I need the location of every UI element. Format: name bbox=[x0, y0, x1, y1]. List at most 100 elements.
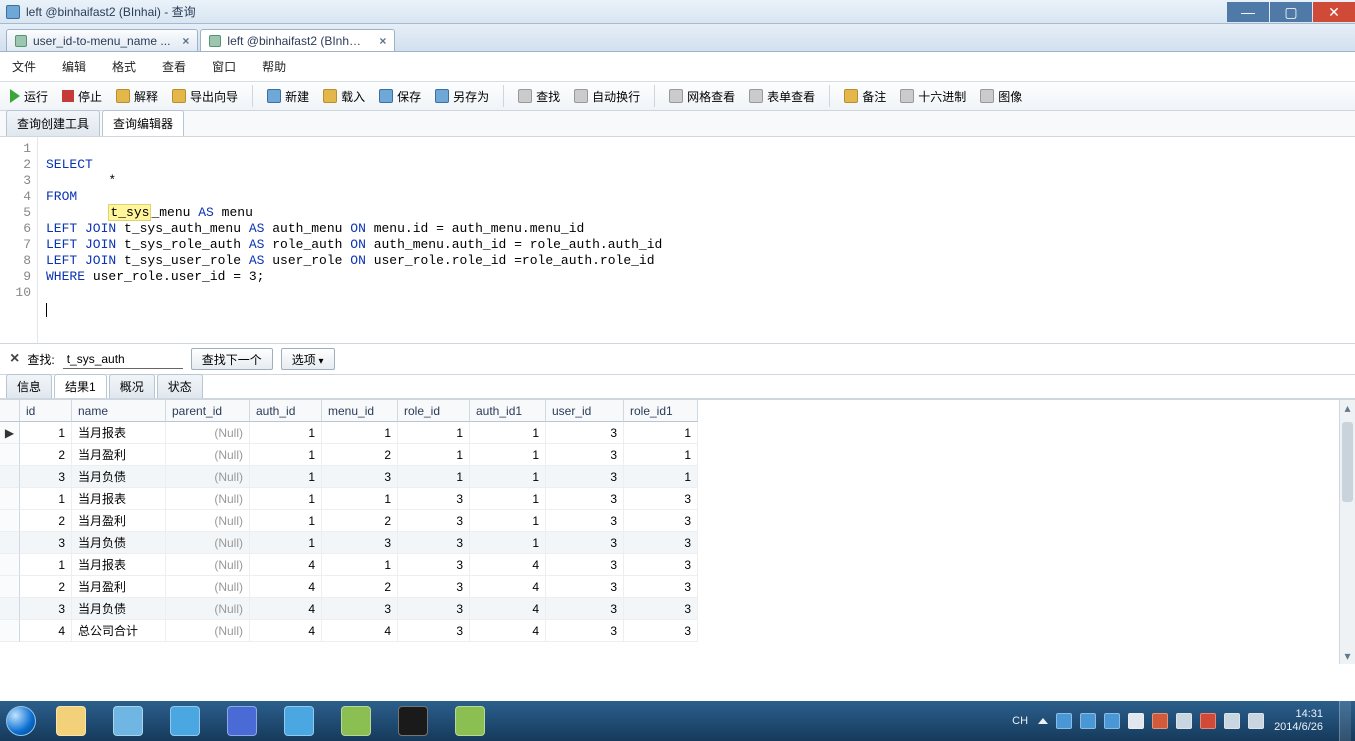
btn-hex[interactable]: 十六进制 bbox=[896, 85, 970, 107]
cell-auth_id1[interactable]: 4 bbox=[470, 576, 546, 598]
col-header-auth_id[interactable]: auth_id bbox=[250, 400, 322, 422]
cell-user_id[interactable]: 3 bbox=[546, 422, 624, 444]
cell-id[interactable]: 2 bbox=[20, 576, 72, 598]
cell-role_id1[interactable]: 3 bbox=[624, 576, 698, 598]
btn-explain[interactable]: 解释 bbox=[112, 85, 162, 107]
cell-role_id[interactable]: 3 bbox=[398, 620, 470, 642]
cell-menu_id[interactable]: 2 bbox=[322, 444, 398, 466]
u-icon[interactable] bbox=[1200, 713, 1216, 729]
cell-name[interactable]: 总公司合计 bbox=[72, 620, 166, 642]
btn-saveas[interactable]: 另存为 bbox=[431, 85, 493, 107]
cell-menu_id[interactable]: 4 bbox=[322, 620, 398, 642]
cell-menu_id[interactable]: 3 bbox=[322, 598, 398, 620]
cell-role_id1[interactable]: 3 bbox=[624, 554, 698, 576]
btn-stop[interactable]: 停止 bbox=[58, 85, 106, 107]
start-button[interactable] bbox=[0, 701, 42, 741]
cell-name[interactable]: 当月负债 bbox=[72, 466, 166, 488]
taskbar-app-g-app[interactable] bbox=[271, 701, 327, 741]
ime-language[interactable]: CH bbox=[1012, 715, 1028, 727]
cell-id[interactable]: 1 bbox=[20, 422, 72, 444]
cell-name[interactable]: 当月负债 bbox=[72, 598, 166, 620]
cell-role_id[interactable]: 3 bbox=[398, 598, 470, 620]
col-header-role_id1[interactable]: role_id1 bbox=[624, 400, 698, 422]
col-header-role_id[interactable]: role_id bbox=[398, 400, 470, 422]
cell-menu_id[interactable]: 1 bbox=[322, 422, 398, 444]
cell-role_id1[interactable]: 3 bbox=[624, 488, 698, 510]
cell-role_id1[interactable]: 3 bbox=[624, 510, 698, 532]
scroll-thumb[interactable] bbox=[1342, 422, 1353, 502]
taskbar-app-browser-globe[interactable] bbox=[100, 701, 156, 741]
maximize-button[interactable]: ▢ bbox=[1270, 2, 1312, 22]
cell-user_id[interactable]: 3 bbox=[546, 598, 624, 620]
scroll-down[interactable]: ▾ bbox=[1340, 648, 1355, 664]
tab-query-editor[interactable]: 查询编辑器 bbox=[102, 110, 184, 136]
cell-auth_id[interactable]: 4 bbox=[250, 598, 322, 620]
cell-auth_id1[interactable]: 1 bbox=[470, 488, 546, 510]
cell-role_id[interactable]: 1 bbox=[398, 444, 470, 466]
sql-editor[interactable]: 1 2 3 4 5 6 7 8 9 10 SELECT * FROM t_sys… bbox=[0, 137, 1355, 343]
cell-auth_id[interactable]: 4 bbox=[250, 576, 322, 598]
file-tab-1[interactable]: left @binhaifast2 (BInhai... × bbox=[200, 29, 395, 51]
cell-name[interactable]: 当月报表 bbox=[72, 422, 166, 444]
btn-formview[interactable]: 表单查看 bbox=[745, 85, 819, 107]
cell-user_id[interactable]: 3 bbox=[546, 466, 624, 488]
cell-user_id[interactable]: 3 bbox=[546, 510, 624, 532]
cell-auth_id1[interactable]: 1 bbox=[470, 444, 546, 466]
cell-menu_id[interactable]: 1 bbox=[322, 488, 398, 510]
tab-status[interactable]: 状态 bbox=[157, 374, 203, 398]
cell-parent_id[interactable]: (Null) bbox=[166, 488, 250, 510]
vertical-scrollbar[interactable]: ▴ ▾ bbox=[1339, 400, 1355, 664]
show-desktop[interactable] bbox=[1339, 701, 1351, 741]
tab-query-builder[interactable]: 查询创建工具 bbox=[6, 110, 100, 136]
cell-id[interactable]: 4 bbox=[20, 620, 72, 642]
cell-menu_id[interactable]: 3 bbox=[322, 466, 398, 488]
wifi-icon[interactable] bbox=[1224, 713, 1240, 729]
cell-auth_id1[interactable]: 1 bbox=[470, 466, 546, 488]
btn-new[interactable]: 新建 bbox=[263, 85, 313, 107]
cell-auth_id[interactable]: 1 bbox=[250, 532, 322, 554]
cell-user_id[interactable]: 3 bbox=[546, 576, 624, 598]
cell-menu_id[interactable]: 2 bbox=[322, 576, 398, 598]
btn-image[interactable]: 图像 bbox=[976, 85, 1026, 107]
cell-auth_id[interactable]: 1 bbox=[250, 488, 322, 510]
cell-name[interactable]: 当月负债 bbox=[72, 532, 166, 554]
btn-load[interactable]: 载入 bbox=[319, 85, 369, 107]
close-tab-1[interactable]: × bbox=[379, 34, 386, 48]
cell-role_id[interactable]: 3 bbox=[398, 510, 470, 532]
av-icon[interactable] bbox=[1152, 713, 1168, 729]
cell-parent_id[interactable]: (Null) bbox=[166, 554, 250, 576]
cell-role_id1[interactable]: 3 bbox=[624, 532, 698, 554]
file-tab-0[interactable]: user_id-to-menu_name ... × bbox=[6, 29, 198, 51]
cell-id[interactable]: 2 bbox=[20, 444, 72, 466]
cell-role_id1[interactable]: 3 bbox=[624, 620, 698, 642]
result-grid[interactable]: idnameparent_idauth_idmenu_idrole_idauth… bbox=[0, 400, 1355, 642]
cell-parent_id[interactable]: (Null) bbox=[166, 444, 250, 466]
cell-auth_id1[interactable]: 1 bbox=[470, 510, 546, 532]
cell-parent_id[interactable]: (Null) bbox=[166, 510, 250, 532]
cell-role_id1[interactable]: 1 bbox=[624, 422, 698, 444]
btn-autowrap[interactable]: 自动换行 bbox=[570, 85, 644, 107]
cell-user_id[interactable]: 3 bbox=[546, 532, 624, 554]
menu-help[interactable]: 帮助 bbox=[262, 58, 286, 75]
cell-role_id1[interactable]: 3 bbox=[624, 598, 698, 620]
taskbar-app-leaf-app[interactable] bbox=[328, 701, 384, 741]
col-header-menu_id[interactable]: menu_id bbox=[322, 400, 398, 422]
menu-file[interactable]: 文件 bbox=[12, 58, 36, 75]
minimize-button[interactable]: — bbox=[1227, 2, 1269, 22]
taskbar-app-ie[interactable] bbox=[157, 701, 213, 741]
cell-auth_id[interactable]: 4 bbox=[250, 620, 322, 642]
flag-icon[interactable] bbox=[1128, 713, 1144, 729]
taskbar-app-explorer[interactable] bbox=[43, 701, 99, 741]
close-tab-0[interactable]: × bbox=[182, 34, 189, 48]
cell-role_id[interactable]: 3 bbox=[398, 532, 470, 554]
cell-auth_id1[interactable]: 1 bbox=[470, 532, 546, 554]
close-button[interactable]: ✕ bbox=[1313, 2, 1355, 22]
col-header-auth_id1[interactable]: auth_id1 bbox=[470, 400, 546, 422]
tab-profile[interactable]: 概况 bbox=[109, 374, 155, 398]
find-options-button[interactable]: 选项 bbox=[281, 348, 335, 370]
help-icon[interactable] bbox=[1104, 713, 1120, 729]
cell-id[interactable]: 3 bbox=[20, 532, 72, 554]
cell-role_id[interactable]: 3 bbox=[398, 576, 470, 598]
tab-info[interactable]: 信息 bbox=[6, 374, 52, 398]
cell-id[interactable]: 3 bbox=[20, 598, 72, 620]
